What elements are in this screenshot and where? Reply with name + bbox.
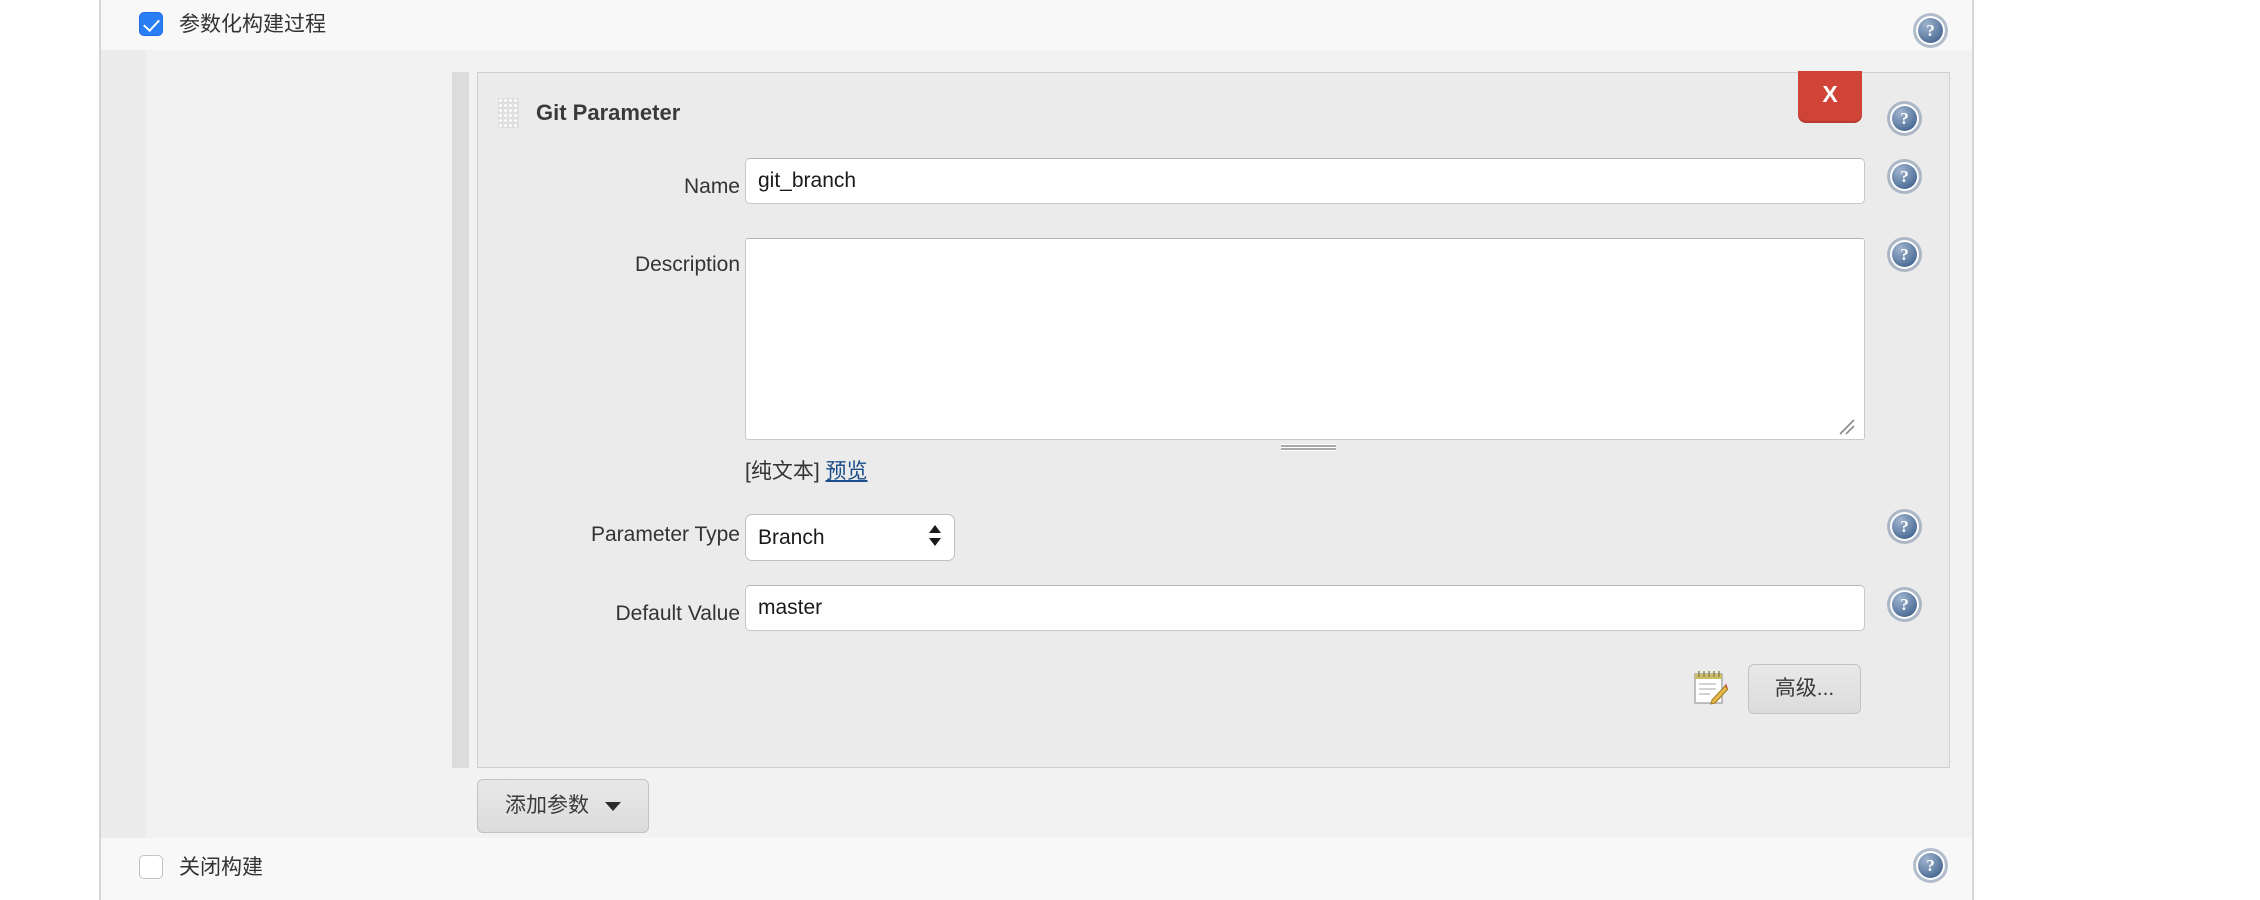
advanced-button[interactable]: 高级... (1748, 664, 1861, 714)
parameter-type-select-wrap[interactable]: BranchTagRevisionPull RequestBranch or T… (745, 514, 955, 561)
textarea-drag-bar[interactable] (1281, 444, 1336, 451)
default-value-input[interactable] (745, 585, 1865, 631)
help-icon-default-value[interactable]: ? (1890, 590, 1919, 619)
parameters-left-gutter (101, 50, 146, 838)
help-icon-description[interactable]: ? (1890, 240, 1919, 269)
disable-build-checkbox[interactable] (139, 855, 163, 879)
name-input[interactable] (745, 158, 1865, 204)
chevron-down-icon (605, 802, 621, 811)
add-parameter-label: 添加参数 (505, 780, 589, 832)
description-field-label: Description (420, 253, 740, 277)
help-icon-parameterized-build[interactable]: ? (1916, 16, 1945, 45)
help-icon-git-parameter[interactable]: ? (1890, 104, 1919, 133)
name-field-label: Name (420, 175, 740, 199)
help-icon-disable-build[interactable]: ? (1916, 851, 1945, 880)
help-icon-parameter-type[interactable]: ? (1890, 512, 1919, 541)
parameter-type-select[interactable]: BranchTagRevisionPull RequestBranch or T… (745, 514, 955, 561)
delete-parameter-button[interactable]: X (1798, 71, 1862, 123)
drag-handle-icon[interactable] (498, 98, 519, 128)
parameterized-build-checkbox-row[interactable]: 参数化构建过程 (139, 12, 326, 36)
parameterized-build-row (101, 0, 1972, 50)
git-parameter-title: Git Parameter (536, 100, 680, 126)
notepad-pencil-icon[interactable] (1692, 669, 1728, 707)
jenkins-config-form: 参数化构建过程 ? X Git Parameter ? Name ? Descr… (0, 0, 2260, 900)
disable-build-label: 关闭构建 (179, 857, 263, 878)
form-right-border (1972, 0, 1974, 900)
git-parameter-header: Git Parameter (498, 98, 680, 128)
disable-build-row (101, 838, 1972, 900)
disable-build-checkbox-row[interactable]: 关闭构建 (139, 855, 263, 879)
parameterized-build-label: 参数化构建过程 (179, 14, 326, 35)
description-markup-line: [纯文本] 预览 (745, 455, 868, 485)
description-textarea[interactable] (745, 238, 1865, 440)
description-markup-type: [纯文本] (745, 460, 820, 483)
parameterized-build-checkbox[interactable] (139, 12, 163, 36)
parameter-type-label: Parameter Type (420, 523, 740, 547)
add-parameter-button[interactable]: 添加参数 (477, 779, 649, 833)
description-preview-link[interactable]: 预览 (826, 460, 868, 483)
help-icon-name[interactable]: ? (1890, 162, 1919, 191)
default-value-label: Default Value (420, 602, 740, 626)
